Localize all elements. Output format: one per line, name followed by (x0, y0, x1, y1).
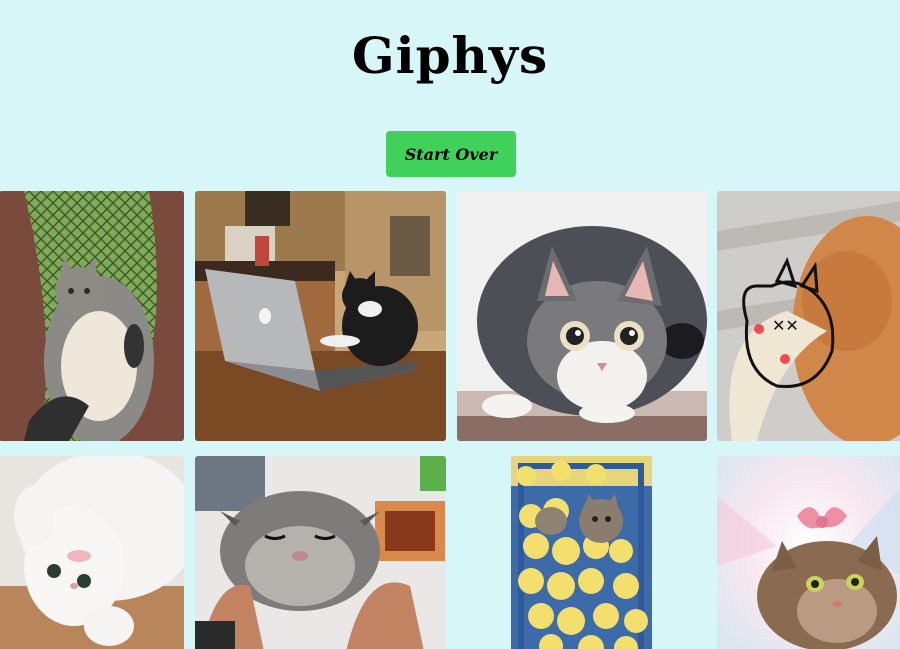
cat-crouching-image (457, 191, 707, 441)
white-kitten-rolling-image (0, 456, 184, 649)
svg-text:✕✕: ✕✕ (772, 316, 799, 335)
cat-typing-on-laptop-image (195, 191, 446, 441)
cat-face-squished-image (195, 456, 446, 649)
cat-with-pink-bow-image (717, 456, 900, 649)
gif-tile-white-kitten[interactable] (0, 456, 184, 649)
gif-tile-cat-with-chicks[interactable] (511, 456, 652, 649)
cat-with-cartoon-drawing-image: ✕✕ (717, 191, 900, 441)
gif-tile-cat-laptop[interactable] (195, 191, 446, 441)
gif-tile-cat-cartoon-drawing[interactable]: ✕✕ (717, 191, 900, 441)
giphys-page: Giphys Start Over ✕✕ (0, 0, 900, 649)
cat-in-basket-with-chicks-image (511, 456, 652, 649)
cat-in-hammock-image (0, 191, 184, 441)
gif-tile-cat-crouching[interactable] (457, 191, 707, 441)
gif-tile-cat-hammock[interactable] (0, 191, 184, 441)
gif-tile-cat-with-bow[interactable] (717, 456, 900, 649)
gif-tile-cat-face-squish[interactable] (195, 456, 446, 649)
page-title: Giphys (351, 26, 549, 85)
start-over-button[interactable]: Start Over (386, 131, 516, 177)
